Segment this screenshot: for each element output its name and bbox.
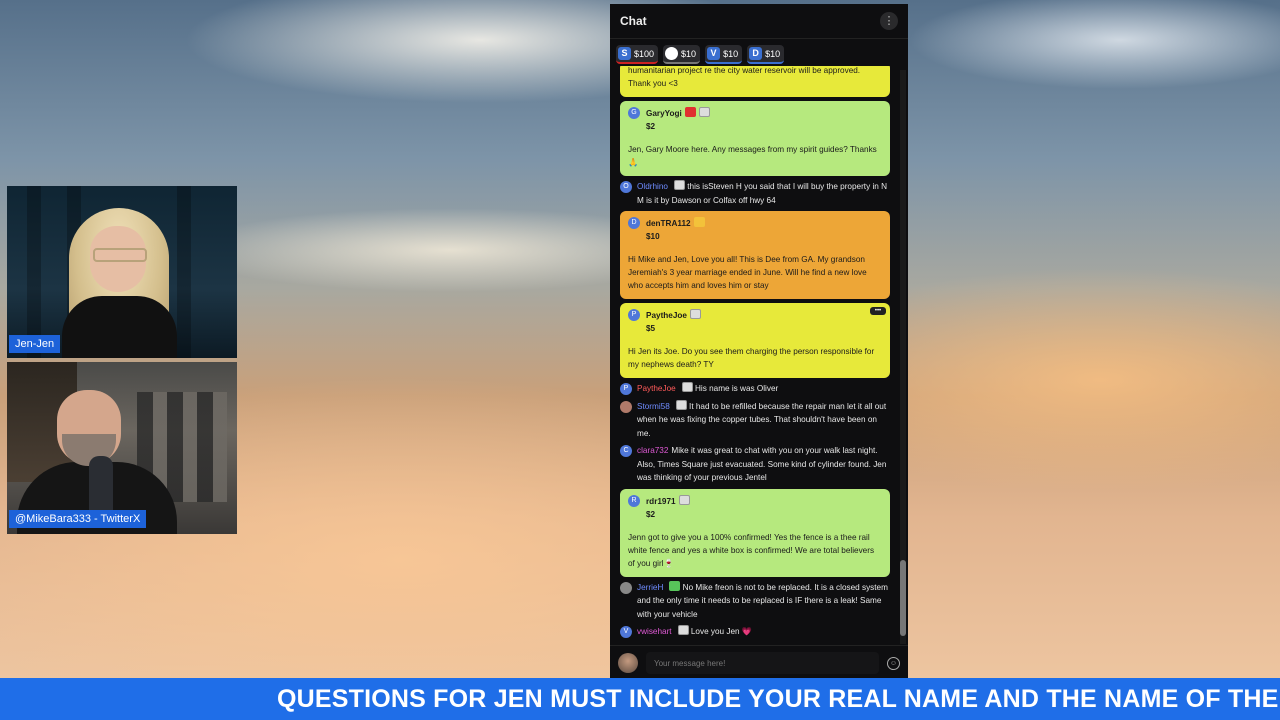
tip-amount: $10 <box>723 48 739 59</box>
chat-scrollbar[interactable] <box>900 70 906 644</box>
rant-amount: $2 <box>646 122 656 131</box>
curtain-fold <box>27 186 41 358</box>
rant-card: humanitarian project re the city water r… <box>620 66 890 97</box>
chat-message: JerrieH No Mike freon is not to be repla… <box>620 580 890 622</box>
subscriber-badge-icon <box>678 494 690 505</box>
curtain-fold <box>177 186 191 358</box>
cam-label-mike: @MikeBara333 - TwitterX <box>9 510 147 528</box>
chat-message-input[interactable]: Your message here! <box>646 652 879 674</box>
rant-card: D denTRA112 $10 Hi Mike and Jen, Love yo… <box>620 211 890 299</box>
user-avatar-icon: S <box>618 47 631 60</box>
username[interactable]: rdr1971 <box>646 497 676 506</box>
chat-message: O Oldrhino this isSteven H you said that… <box>620 180 890 207</box>
crown-badge-icon <box>693 217 705 227</box>
rant-message: Hi Mike and Jen, Love you all! This is D… <box>628 255 867 290</box>
host-glasses <box>93 248 147 262</box>
subscriber-badge-icon <box>698 107 710 117</box>
username[interactable]: PaytheJoe <box>637 384 676 393</box>
user-avatar-icon: P <box>628 309 640 321</box>
rant-amount: $5 <box>646 324 656 333</box>
chat-input-bar: Your message here! ☺ <box>610 645 908 680</box>
subscriber-badge-icon <box>675 399 687 410</box>
chat-message: P PaytheJoe His name is was Oliver <box>620 382 890 396</box>
user-avatar-icon: R <box>628 494 640 507</box>
my-avatar <box>618 653 638 673</box>
chat-title: Chat <box>620 14 647 28</box>
chat-header: Chat ⋮ <box>610 4 908 39</box>
tip-amount: $100 <box>634 48 655 59</box>
rant-amount: $2 <box>646 509 656 519</box>
webcam-jen <box>7 186 237 358</box>
username[interactable]: JerrieH <box>637 583 663 592</box>
rant-message: Jenn got to give you a 100% confirmed! Y… <box>628 532 875 568</box>
user-avatar-icon: V <box>620 626 632 638</box>
username[interactable]: GaryYogi <box>646 109 682 118</box>
subscriber-badge-icon <box>689 309 701 319</box>
tip-chip[interactable]: $10 <box>663 45 701 64</box>
user-avatar-icon <box>620 581 632 594</box>
cam-label-jen: Jen-Jen <box>9 335 61 353</box>
tip-leaderboard: S $100 $10 V $10 D $10 <box>610 39 908 67</box>
user-avatar-icon: O <box>620 181 632 193</box>
user-avatar-icon: C <box>620 445 632 457</box>
webcam-mike <box>7 362 237 534</box>
user-avatar-icon <box>620 400 632 413</box>
user-avatar-icon: P <box>620 383 632 395</box>
rant-card: R rdr1971 $2 Jenn got to give you a 100%… <box>620 488 890 577</box>
user-avatar-icon: D <box>749 47 763 60</box>
verified-badge-icon <box>684 107 696 117</box>
ticker-bar: QUESTIONS FOR JEN MUST INCLUDE YOUR REAL… <box>0 678 1280 720</box>
subscriber-badge-icon <box>669 580 681 591</box>
subscriber-badge-icon <box>681 382 693 392</box>
user-avatar-icon <box>665 47 679 60</box>
tip-amount: $10 <box>765 48 781 59</box>
tip-amount: $10 <box>681 48 697 59</box>
username[interactable]: denTRA112 <box>646 219 691 228</box>
chat-panel: Chat ⋮ S $100 $10 V $10 D $10 humanitari… <box>610 4 908 680</box>
username[interactable]: clara732 <box>637 446 668 455</box>
tip-chip[interactable]: D $10 <box>747 45 785 64</box>
chat-message: C clara732 Mike it was great to chat with… <box>620 444 890 485</box>
ticker-text: QUESTIONS FOR JEN MUST INCLUDE YOUR REAL… <box>277 685 1279 713</box>
rant-amount: $10 <box>646 232 660 241</box>
host-body <box>62 296 177 358</box>
message-text: Mike it was great to chat with you on yo… <box>637 446 887 482</box>
username[interactable]: vwisehart <box>637 627 672 636</box>
scrollbar-thumb[interactable] <box>900 560 906 636</box>
username[interactable]: Oldrhino <box>637 182 668 191</box>
rant-message: Hi Jen its Joe. Do you see them charging… <box>628 347 875 369</box>
message-text: Love you Jen 💗 <box>690 627 753 636</box>
tip-chip[interactable]: S $100 <box>616 45 659 64</box>
user-avatar-icon: V <box>707 47 721 60</box>
message-text: His name is was Oliver <box>694 384 779 393</box>
username[interactable]: Stormi58 <box>637 402 670 411</box>
rant-card: ••• P PaytheJoe $5 Hi Jen its Joe. Do yo… <box>620 303 890 378</box>
rant-card: G GaryYogi $2 Jen, Gary Moore here. Any … <box>620 101 890 176</box>
rant-message: Jen, Gary Moore here. Any messages from … <box>628 145 877 167</box>
user-avatar-icon: D <box>628 217 640 229</box>
username[interactable]: PaytheJoe <box>646 311 687 320</box>
emoji-icon[interactable]: ☺ <box>887 656 900 670</box>
subscriber-badge-icon <box>677 625 689 635</box>
more-options-icon[interactable]: ••• <box>870 307 886 315</box>
user-avatar-icon: G <box>628 107 640 119</box>
tip-chip[interactable]: V $10 <box>705 45 743 64</box>
message-text: It had to be refilled because the repair… <box>637 401 887 438</box>
kebab-menu-icon[interactable]: ⋮ <box>880 12 898 30</box>
chat-message: Stormi58 It had to be refilled because t… <box>620 399 890 441</box>
subscriber-badge-icon <box>673 180 685 190</box>
chat-message: V vwisehart Love you Jen 💗 <box>620 625 890 639</box>
rant-message: humanitarian project re the city water r… <box>628 66 861 88</box>
chat-feed[interactable]: humanitarian project re the city water r… <box>610 66 898 644</box>
